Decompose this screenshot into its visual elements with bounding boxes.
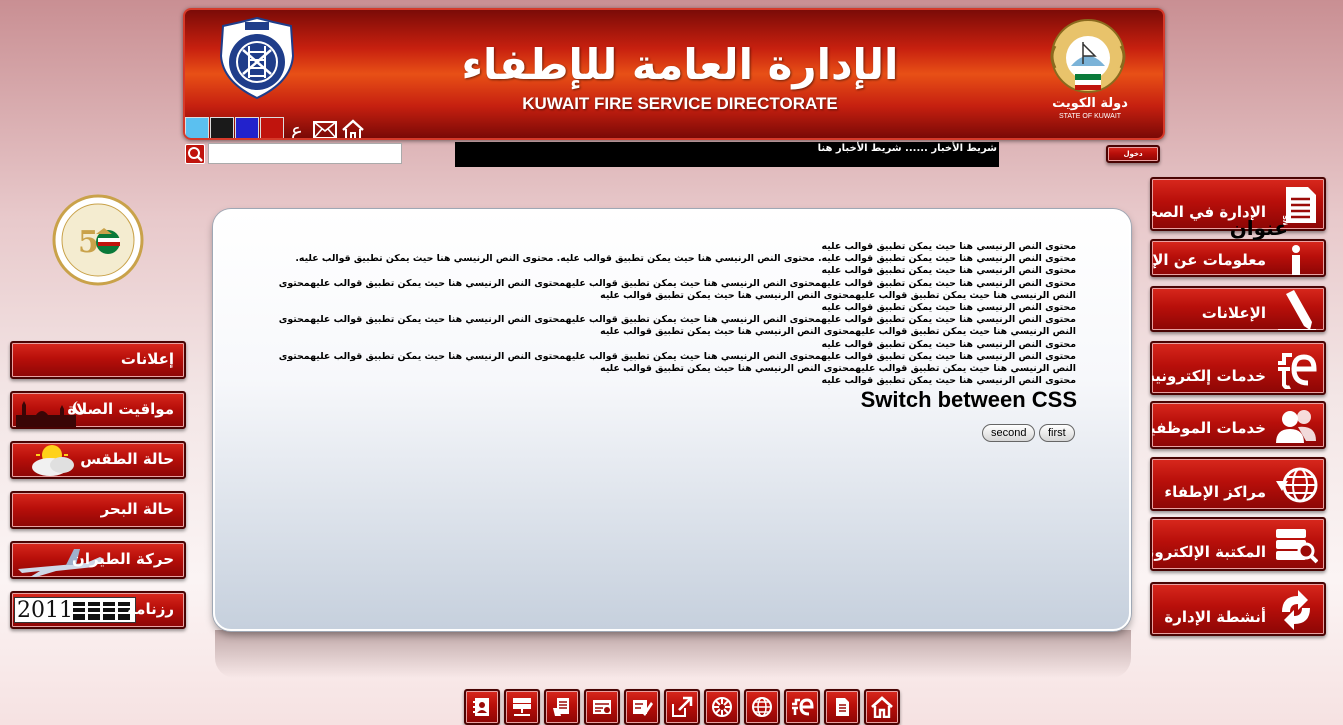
state-name-arabic: دولة الكويت bbox=[1052, 96, 1128, 111]
site-title-arabic: الإدارة العامة للإطفاء bbox=[461, 40, 899, 89]
form-icon[interactable] bbox=[584, 689, 620, 725]
anniversary-logo: 5 bbox=[52, 194, 144, 286]
right-nav-announcements[interactable]: الإعلانات bbox=[1150, 286, 1326, 332]
content-paragraph: محتوى النص الرنيسي هنا حيث يمكن تطبيق قو… bbox=[821, 338, 1076, 350]
left-nav-sea-status[interactable]: حالة البحر bbox=[10, 491, 186, 529]
contact-icon[interactable] bbox=[464, 689, 500, 725]
theme-swatch-black[interactable] bbox=[210, 117, 234, 138]
css-first-button[interactable]: first bbox=[1039, 424, 1075, 442]
library-icon bbox=[1276, 529, 1318, 564]
home-icon[interactable] bbox=[864, 689, 900, 725]
calendar-icon: 2011 bbox=[14, 597, 136, 623]
pen-icon[interactable] bbox=[624, 689, 660, 725]
right-nav-employee-services[interactable]: خدمات الموظفين bbox=[1150, 401, 1326, 449]
content-paragraph: محتوى النص الرنيسي هنا حيث يمكن تطبيق قو… bbox=[278, 277, 1076, 301]
site-title-english: KUWAIT FIRE SERVICE DIRECTORATE bbox=[522, 94, 838, 113]
content-paragraph: محتوى النص الرنيسي هنا حيث يمكن تطبيق قو… bbox=[821, 375, 1076, 387]
left-nav-calendar[interactable]: 2011 رزنامة bbox=[10, 591, 186, 629]
home-icon[interactable] bbox=[341, 119, 365, 138]
right-nav-e-library[interactable]: المكتبة الإلكترونية bbox=[1150, 517, 1326, 571]
search-button[interactable] bbox=[185, 144, 205, 164]
theme-swatch-blue[interactable] bbox=[235, 117, 259, 138]
fire-service-logo bbox=[219, 16, 295, 100]
info-icon bbox=[1292, 245, 1300, 275]
globe-icon bbox=[1276, 467, 1318, 503]
content-paragraph: محتوى النص الرنيسي هنا حيث يمكن تطبيق قو… bbox=[821, 265, 1076, 277]
left-nav-flight-traffic[interactable]: حركة الطيران bbox=[10, 541, 186, 579]
right-nav-label: خدمات الموظفين bbox=[1150, 419, 1266, 437]
content-paragraph: محتوى النص الرنيسي هنا حيث يمكن تطبيق قو… bbox=[295, 253, 1076, 265]
e-services-icon bbox=[1278, 353, 1317, 389]
refresh-icon bbox=[1282, 590, 1310, 630]
content-paragraph: محتوى النص الرنيسي هنا حيث يمكن تطبيق قو… bbox=[278, 314, 1076, 338]
globe-icon[interactable] bbox=[744, 689, 780, 725]
news-ticker-text: شريط الأخبار ...... شريط الأخبار هنا bbox=[817, 143, 997, 154]
left-nav-label: إعلانات bbox=[120, 350, 174, 368]
login-button[interactable]: دخول bbox=[1106, 145, 1160, 163]
right-nav-label: مراكز الإطفاء bbox=[1164, 483, 1266, 501]
left-nav-label: حركة الطيران bbox=[72, 550, 174, 568]
switch-css-title: Switch between CSS bbox=[860, 387, 1077, 412]
calendar-year: 2011 bbox=[17, 598, 73, 623]
e-services-icon[interactable] bbox=[784, 689, 820, 725]
content-reflection bbox=[215, 630, 1131, 678]
right-nav-activities[interactable]: أنشطة الإدارة bbox=[1150, 582, 1326, 636]
right-nav-label: خدمات إلكترونية bbox=[1150, 367, 1266, 385]
left-nav-label: حالة البحر bbox=[100, 500, 174, 518]
left-nav-prayer-times[interactable]: مواقيت الصلاة bbox=[10, 391, 186, 429]
language-toggle[interactable]: ع bbox=[285, 118, 309, 138]
right-nav-about[interactable]: معلومات عن الإدارة bbox=[1150, 239, 1326, 277]
pencil-icon bbox=[1278, 290, 1316, 330]
fire-logo-icon[interactable] bbox=[704, 689, 740, 725]
footer-icon-bar bbox=[464, 689, 900, 725]
content-paragraph: محتوى النص الرنيسي هنا حيث يمكن تطبيق قو… bbox=[278, 350, 1076, 375]
content-paragraph: محتوى النص الرنيسي هنا حيث يمكن تطبيق قو… bbox=[821, 241, 1076, 252]
left-nav-label: حالة الطقس bbox=[80, 450, 174, 468]
css-second-button[interactable]: second bbox=[982, 424, 1036, 442]
document-icon[interactable] bbox=[824, 689, 860, 725]
content-paragraph: محتوى النص الرنيسي هنا حيث يمكن تطبيق قو… bbox=[821, 302, 1076, 314]
left-nav-label: رزنامة bbox=[127, 600, 174, 618]
weather-icon bbox=[32, 443, 74, 476]
search-input[interactable] bbox=[208, 143, 402, 164]
search-icon bbox=[188, 147, 203, 162]
kuwait-emblem bbox=[1050, 19, 1126, 93]
left-nav-label: مواقيت الصلاة bbox=[67, 400, 174, 418]
content-title: عنوان bbox=[1229, 216, 1288, 240]
news-ticker: شريط الأخبار ...... شريط الأخبار هنا bbox=[455, 142, 999, 167]
content-body: محتوى النص الرنيسي هنا حيث يمكن تطبيق قو… bbox=[268, 241, 1076, 387]
document-hand-icon[interactable] bbox=[544, 689, 580, 725]
right-nav-label: أنشطة الإدارة bbox=[1164, 608, 1266, 626]
theme-swatch-red[interactable] bbox=[260, 117, 284, 138]
right-nav-e-services[interactable]: خدمات إلكترونية bbox=[1150, 341, 1326, 395]
state-name-english: STATE OF KUWAIT bbox=[1058, 113, 1122, 120]
server-icon[interactable] bbox=[504, 689, 540, 725]
left-nav-announcements[interactable]: إعلانات bbox=[10, 341, 186, 379]
users-icon bbox=[1276, 410, 1316, 443]
right-nav-label: الإعلانات bbox=[1201, 304, 1266, 322]
external-link-icon[interactable] bbox=[664, 689, 700, 725]
right-nav-label: المكتبة الإلكترونية bbox=[1152, 543, 1266, 561]
svg-text:5: 5 bbox=[78, 225, 99, 260]
right-nav-label: معلومات عن الإدارة bbox=[1152, 251, 1266, 269]
left-nav-weather[interactable]: حالة الطقس bbox=[10, 441, 186, 479]
right-nav-fire-stations[interactable]: مراكز الإطفاء bbox=[1150, 457, 1326, 511]
site-header: الإدارة العامة للإطفاء KUWAIT FIRE SERVI… bbox=[183, 8, 1165, 140]
theme-swatch-light-blue[interactable] bbox=[185, 117, 209, 138]
mail-icon[interactable] bbox=[313, 119, 337, 138]
